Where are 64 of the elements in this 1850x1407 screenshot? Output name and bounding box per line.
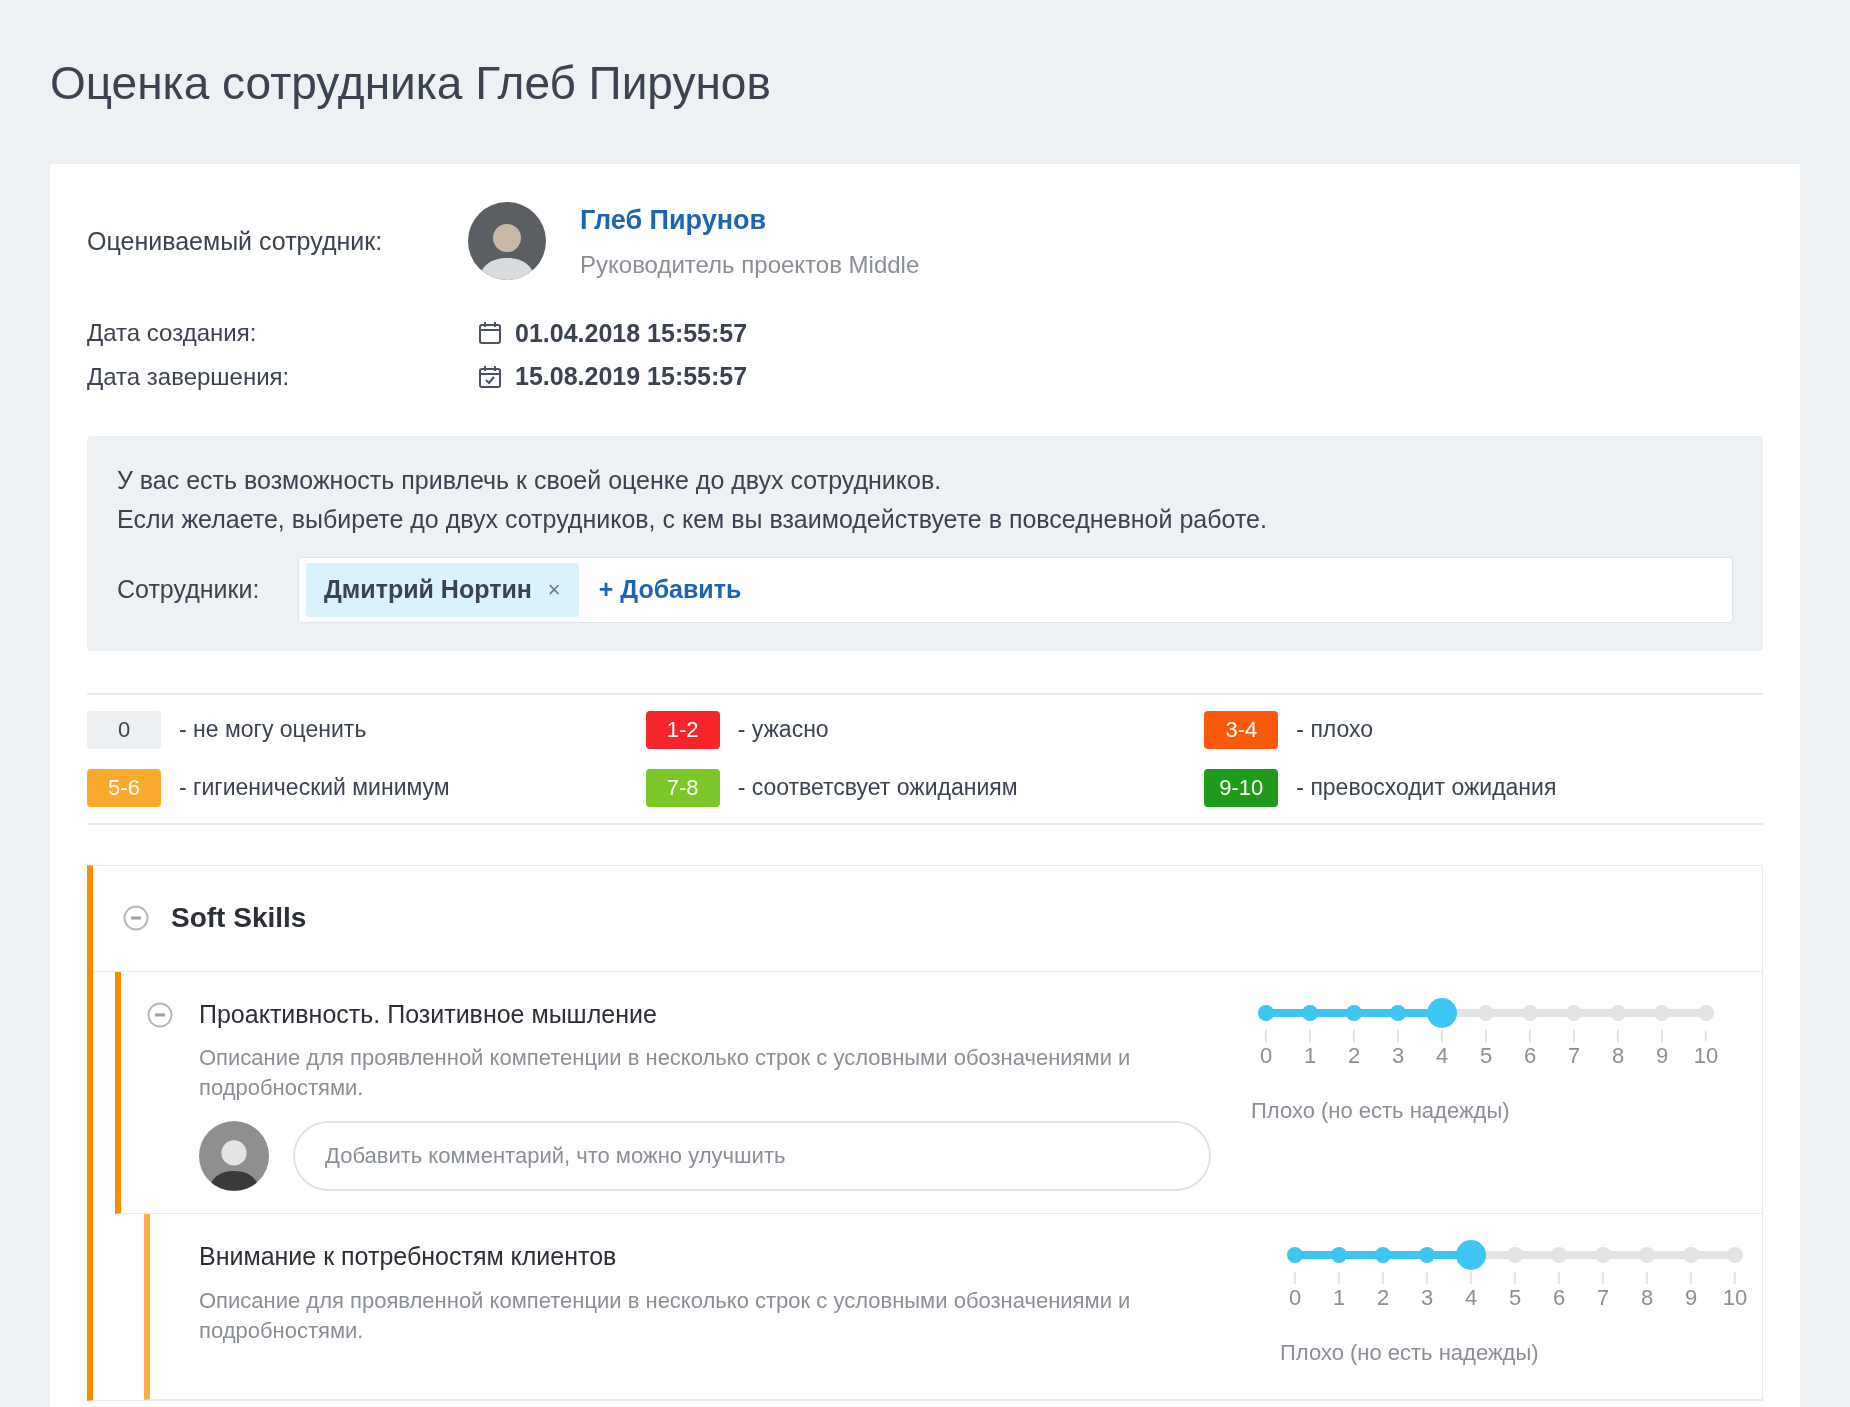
calendar-check-icon xyxy=(478,364,502,389)
chip-label: Дмитрий Нортин xyxy=(324,573,532,605)
scale-label: 10 xyxy=(1693,1041,1719,1070)
scale-label: 6 xyxy=(1552,1284,1566,1312)
competency-title: Проактивность. Позитивное мышление xyxy=(199,998,657,1030)
scale-label: 7 xyxy=(1596,1284,1610,1312)
scale-label: 6 xyxy=(1523,1041,1537,1070)
scale-label: 1 xyxy=(1332,1284,1346,1312)
scale-label: 8 xyxy=(1611,1041,1625,1070)
rating-caption: Плохо (но есть надежды) xyxy=(1251,1096,1510,1125)
rating-caption: Плохо (но есть надежды) xyxy=(1280,1339,1539,1367)
legend-text: - гигиенический минимум xyxy=(179,773,450,803)
score-badge: 9-10 xyxy=(1204,768,1279,807)
scale-label: 4 xyxy=(1464,1284,1478,1312)
scale-label: 2 xyxy=(1347,1041,1361,1070)
legend-text: - ужасно xyxy=(737,715,829,745)
slider-thumb[interactable] xyxy=(1427,997,1457,1028)
scale-label: 8 xyxy=(1640,1284,1654,1312)
score-badge: 5-6 xyxy=(87,768,161,807)
scale-label: 5 xyxy=(1479,1041,1493,1070)
slider-thumb[interactable] xyxy=(1456,1240,1486,1270)
date-value: 15.08.2019 15:55:57 xyxy=(515,361,748,392)
scale-label: 5 xyxy=(1508,1284,1522,1312)
scale-label: 2 xyxy=(1376,1284,1390,1312)
legend-text: - превосходит ожидания xyxy=(1296,773,1557,803)
field-label: Дата завершения: xyxy=(87,361,291,392)
employee-name-link[interactable]: Глеб Пирунов xyxy=(580,200,767,241)
scale-label: 0 xyxy=(1288,1284,1302,1312)
page-title: Оценка сотрудника Глеб Пирунов xyxy=(50,56,771,111)
scale-label: 9 xyxy=(1684,1284,1698,1312)
legend-text: - соответсвует ожиданиям xyxy=(737,773,1018,803)
scale-label: 3 xyxy=(1391,1041,1405,1070)
scale-label: 1 xyxy=(1303,1041,1317,1070)
comment-field[interactable]: Добавить комментарий, что можно улучшить xyxy=(293,1121,1211,1191)
scale-label: 10 xyxy=(1722,1284,1748,1312)
section-title: Soft Skills xyxy=(171,901,307,935)
score-badge: 3-4 xyxy=(1204,710,1279,749)
collapse-icon[interactable] xyxy=(147,1001,173,1028)
remove-button[interactable]: × xyxy=(547,573,561,606)
collapse-icon[interactable] xyxy=(123,905,149,931)
field-label: Сотрудники: xyxy=(117,573,261,605)
competency-description: Описание для проявленной компетенции в несколько строк с условными обозначениями и подробностями. xyxy=(199,1044,1132,1102)
add-link[interactable]: + Добавить xyxy=(598,570,742,609)
field-label: Оцениваемый сотрудник: xyxy=(87,225,384,257)
score-badge: 0 xyxy=(87,710,161,749)
info-text: Если желаете, выбирете до двух сотрудников, с кем вы взаимодействуете в повседневной работе. xyxy=(117,504,1267,535)
competency-title: Внимание к потребностям клиентов xyxy=(199,1241,617,1272)
info-text: У вас есть возможность привлечь к своей оценке до двух сотрудников. xyxy=(117,464,942,496)
employee-select-field[interactable]: Дмитрий Нортин × + Добавить xyxy=(298,556,1733,623)
scale-label: 0 xyxy=(1259,1041,1273,1070)
legend-text: - плохо xyxy=(1296,715,1374,745)
competency-description: Описание для проявленной компетенции в несколько строк с условными обозначениями и подробностями. xyxy=(199,1286,1132,1345)
score-badge: 1-2 xyxy=(645,710,720,749)
calendar-icon xyxy=(478,321,502,346)
employee-role: Руководитель проектов Middle xyxy=(580,249,920,280)
score-badge: 7-8 xyxy=(645,768,720,807)
scale-label: 7 xyxy=(1567,1041,1581,1070)
employee-chip[interactable]: Дмитрий Нортин × xyxy=(306,562,579,617)
scale-label: 9 xyxy=(1655,1041,1669,1070)
field-label: Дата создания: xyxy=(87,318,258,349)
scale-label: 4 xyxy=(1435,1041,1449,1070)
legend-text: - не могу оценить xyxy=(179,715,367,745)
date-value: 01.04.2018 15:55:57 xyxy=(515,317,748,349)
scale-label: 3 xyxy=(1420,1284,1434,1312)
